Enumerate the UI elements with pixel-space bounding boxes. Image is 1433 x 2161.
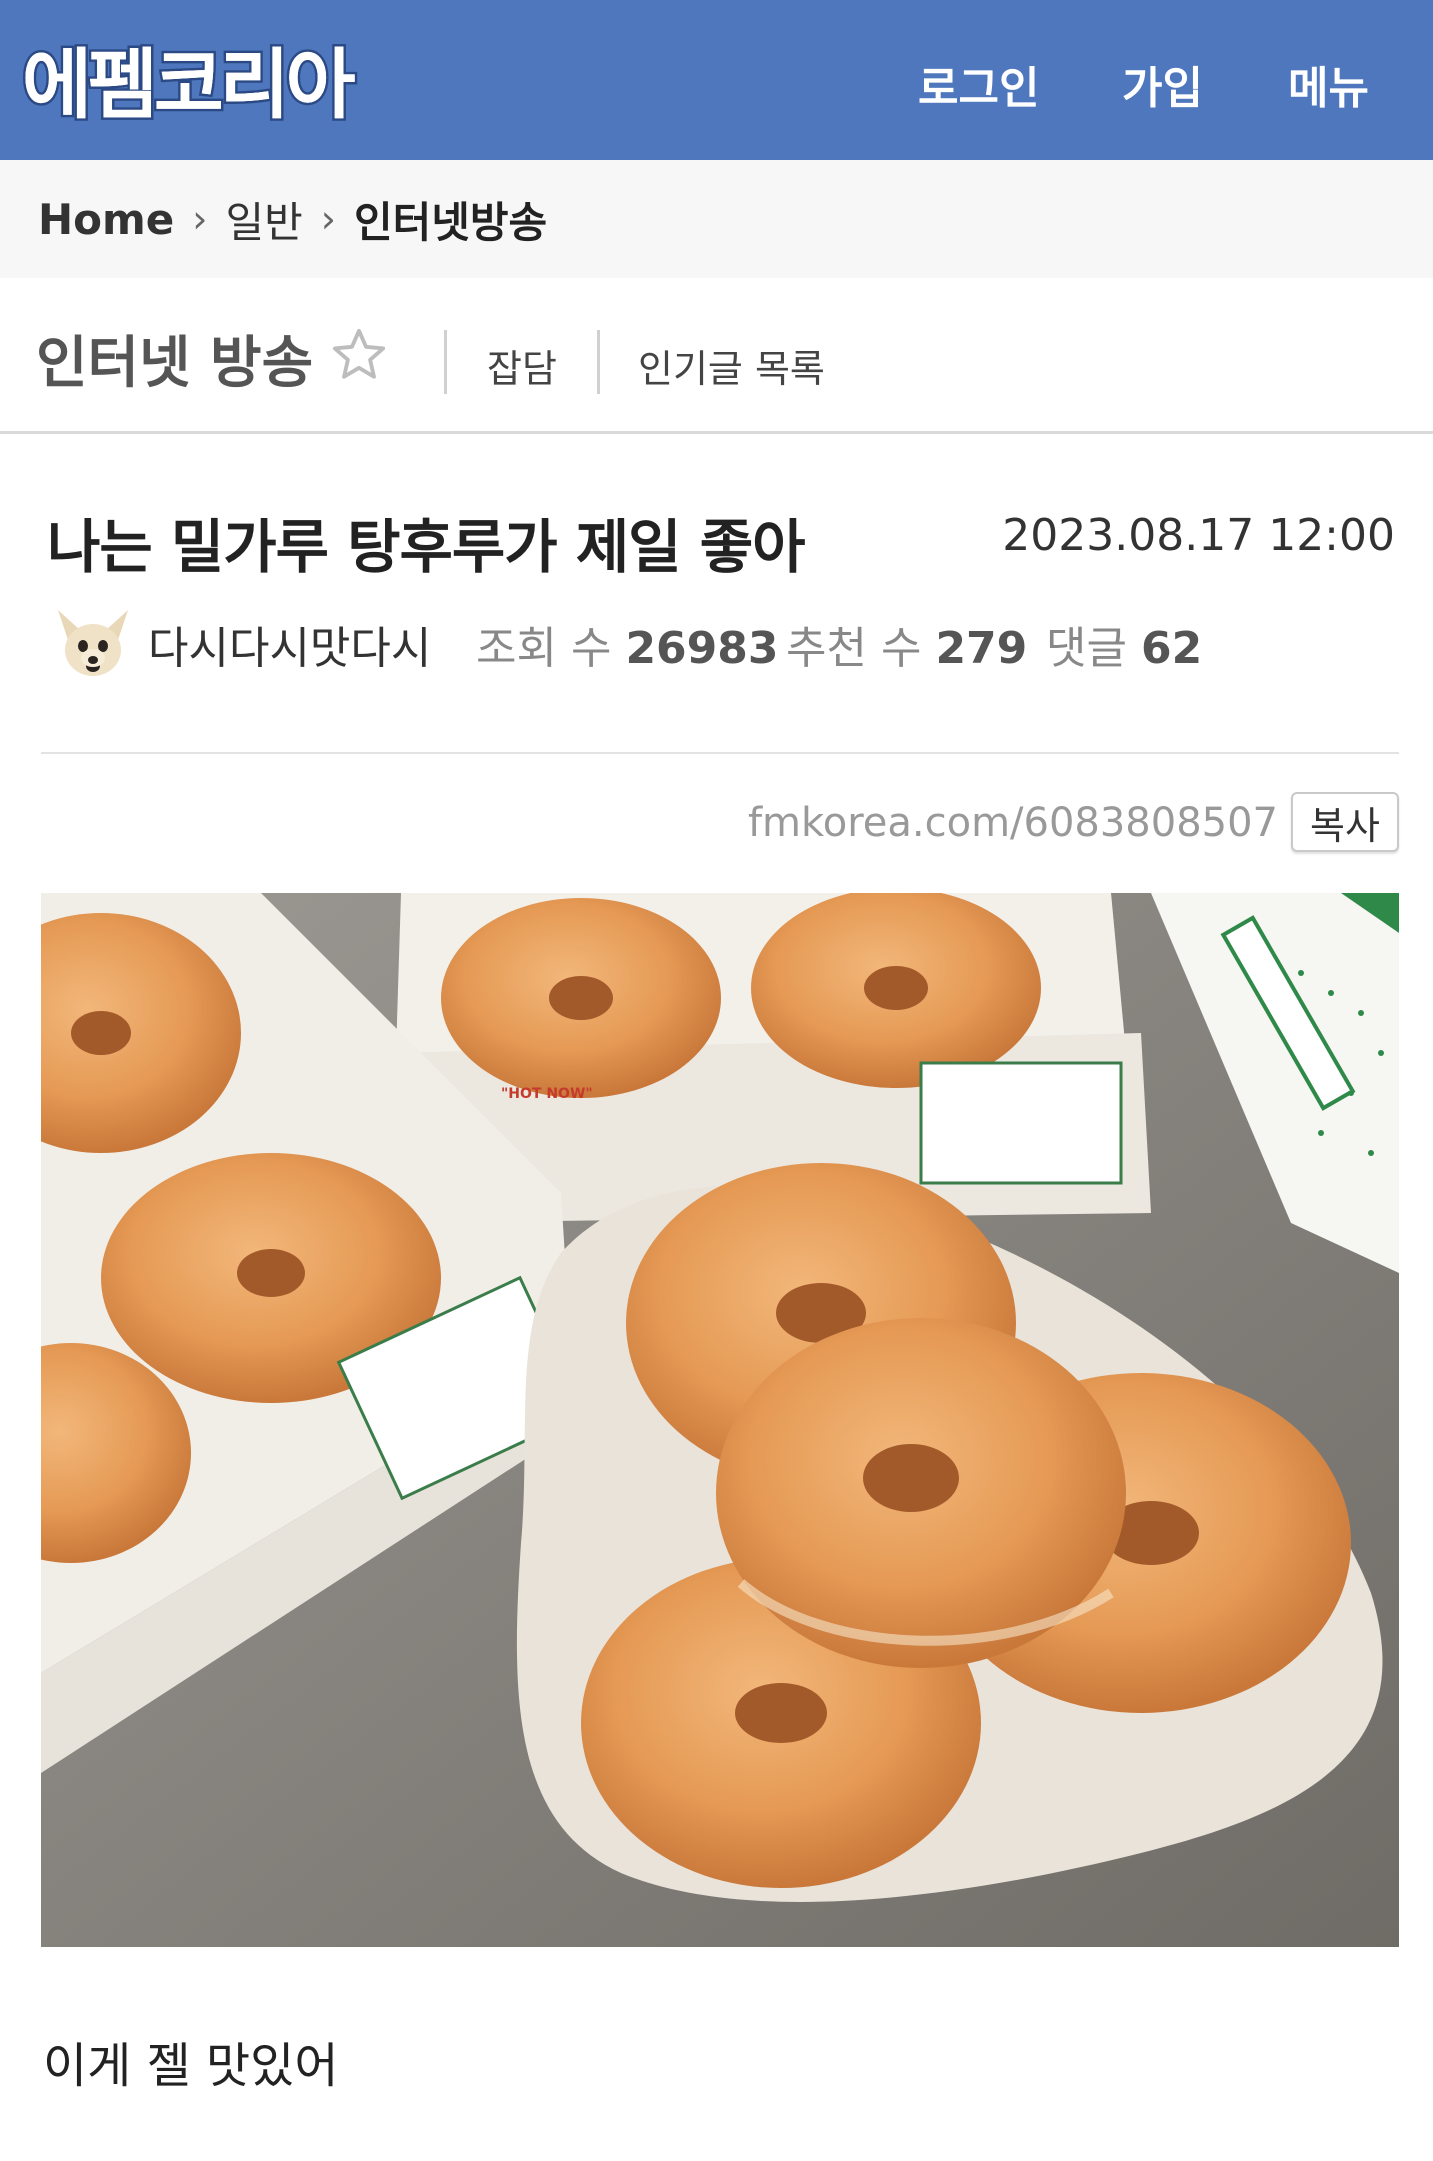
comment-count-label: 댓글 xyxy=(1046,623,1127,674)
post-body: 이게 젤 맛있어 xyxy=(43,2038,339,2094)
dog-avatar-icon xyxy=(50,600,136,686)
chevron-right-icon: › xyxy=(320,197,336,241)
comment-count-value: 62 xyxy=(1140,623,1203,674)
logo-text: 에펨코리아 xyxy=(20,38,359,132)
join-link[interactable]: 가입 xyxy=(1122,52,1203,114)
post-date: 2023.08.17 12:00 xyxy=(1002,510,1395,561)
divider xyxy=(41,752,1399,754)
view-count-label: 조회 수 xyxy=(476,623,612,674)
post-image: "HOT NOW" xyxy=(41,893,1399,1947)
svg-text:"HOT NOW": "HOT NOW" xyxy=(501,1086,593,1102)
view-count: 조회 수 26983 xyxy=(476,612,779,676)
divider xyxy=(444,330,447,394)
comment-count[interactable]: 댓글 62 xyxy=(1046,612,1202,676)
breadcrumb-home[interactable]: Home xyxy=(38,195,174,244)
recommend-count: 추천 수 279 xyxy=(786,612,1027,676)
recommend-count-value: 279 xyxy=(935,623,1028,674)
board-title[interactable]: 인터넷 방송 xyxy=(36,318,313,399)
menu-button[interactable]: 메뉴 xyxy=(1288,52,1369,114)
donut-photo: "HOT NOW" xyxy=(41,893,1399,1947)
board-link-popular[interactable]: 인기글 목록 xyxy=(638,338,825,393)
author-name[interactable]: 다시다시맛다시 xyxy=(148,612,431,676)
post-title: 나는 밀가루 탕후루가 제일 좋아 xyxy=(47,513,805,581)
breadcrumb-category[interactable]: 일반 xyxy=(225,189,302,250)
divider xyxy=(597,330,600,394)
login-link[interactable]: 로그인 xyxy=(918,52,1039,114)
view-count-value: 26983 xyxy=(625,623,779,674)
chevron-right-icon: › xyxy=(192,197,208,241)
site-logo[interactable]: 에펨코리아 xyxy=(20,28,359,132)
board-link-chat[interactable]: 잡담 xyxy=(487,338,557,393)
recommend-count-label: 추천 수 xyxy=(786,623,922,674)
top-navigation-bar: 에펨코리아 로그인 가입 메뉴 xyxy=(0,0,1433,160)
board-header: 인터넷 방송 잡담 인기글 목록 xyxy=(0,278,1433,434)
short-url[interactable]: fmkorea.com/6083808507 xyxy=(748,800,1278,846)
avatar[interactable] xyxy=(50,600,136,686)
copy-url-button[interactable]: 복사 xyxy=(1291,792,1399,852)
star-icon[interactable] xyxy=(330,326,388,384)
breadcrumb-current[interactable]: 인터넷방송 xyxy=(354,189,547,250)
breadcrumb: Home › 일반 › 인터넷방송 xyxy=(0,160,1433,278)
